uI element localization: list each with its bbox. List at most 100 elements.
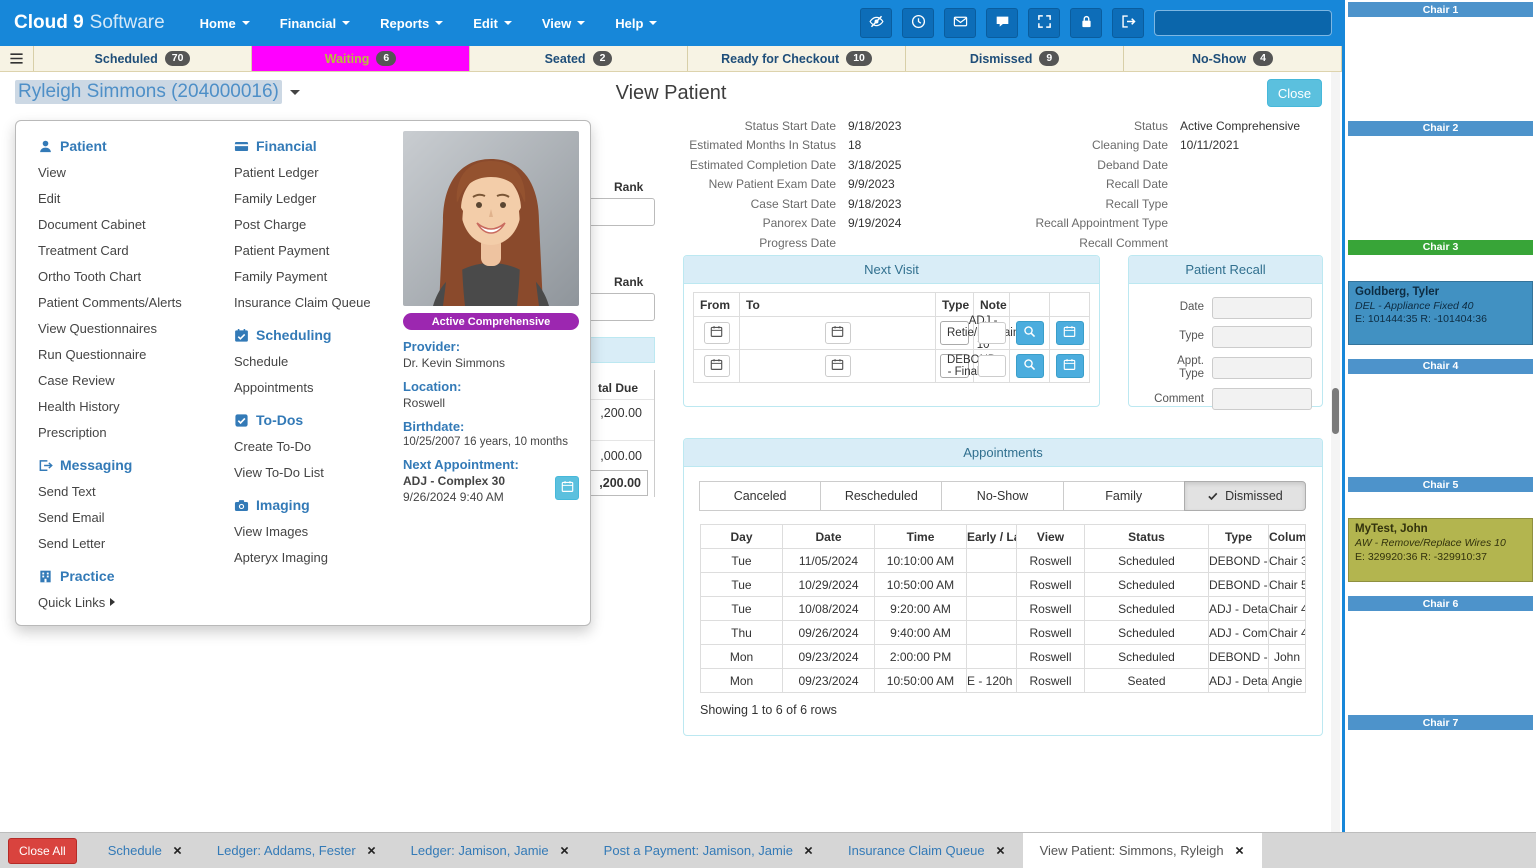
window-tab-label: View Patient: Simmons, Ryleigh: [1040, 843, 1224, 858]
to-date-picker-button[interactable]: [825, 322, 851, 344]
logout-button[interactable]: [1112, 8, 1144, 38]
appointment-row[interactable]: Tue 10/08/2024 9:20:00 AM Roswell Schedu…: [701, 597, 1306, 621]
menu-link[interactable]: Ortho Tooth Chart: [38, 263, 230, 289]
from-date-picker-button[interactable]: [704, 322, 730, 344]
appointment-row[interactable]: Thu 09/26/2024 9:40:00 AM Roswell Schedu…: [701, 621, 1306, 645]
menu-link[interactable]: Create To-Do: [234, 433, 402, 459]
window-tab[interactable]: Ledger: Addams, Fester: [200, 833, 394, 868]
close-icon[interactable]: [1234, 845, 1245, 856]
menu-link[interactable]: Send Letter: [38, 530, 230, 556]
schedule-next-appointment-button[interactable]: [555, 476, 579, 500]
menu-link[interactable]: Treatment Card: [38, 237, 230, 263]
menu-link[interactable]: Apteryx Imaging: [234, 544, 402, 570]
appointment-row[interactable]: Tue 11/05/2024 10:10:00 AM Roswell Sched…: [701, 549, 1306, 573]
from-date-picker-button[interactable]: [704, 355, 730, 377]
close-icon[interactable]: [995, 845, 1006, 856]
find-slot-button[interactable]: [1016, 354, 1044, 378]
note-input[interactable]: [978, 322, 1006, 344]
status-tab[interactable]: Dismissed 9: [906, 46, 1124, 71]
app-logo[interactable]: Cloud 9 Software: [0, 12, 185, 34]
scrollbar-thumb[interactable]: [1332, 388, 1339, 434]
status-tab[interactable]: Scheduled 70: [34, 46, 252, 71]
filter-button[interactable]: No-Show: [941, 481, 1063, 511]
close-icon[interactable]: [172, 845, 183, 856]
menu-item[interactable]: Edit: [458, 0, 527, 46]
status-tab[interactable]: Ready for Checkout 10: [688, 46, 906, 71]
menu-link[interactable]: View To-Do List: [234, 459, 402, 485]
recall-field-input[interactable]: [1212, 326, 1312, 348]
menu-link[interactable]: Quick Links: [38, 589, 230, 615]
window-tab[interactable]: Post a Payment: Jamison, Jamie: [587, 833, 831, 868]
calendar-icon: [831, 325, 844, 341]
menu-link[interactable]: Family Ledger: [234, 185, 402, 211]
menu-link[interactable]: Post Charge: [234, 211, 402, 237]
lock-button[interactable]: [1070, 8, 1102, 38]
appointment-type-select[interactable]: ADJ - Retie/Rechain 10: [940, 321, 969, 345]
menu-link[interactable]: Send Text: [38, 478, 230, 504]
chair-appointment-card[interactable]: Goldberg, Tyler DEL - Appliance Fixed 40…: [1348, 281, 1533, 345]
note-input[interactable]: [978, 355, 1006, 377]
privacy-toggle-button[interactable]: [860, 8, 892, 38]
schedule-appointment-button[interactable]: [1056, 321, 1084, 345]
close-button[interactable]: Close: [1267, 79, 1322, 107]
camera-icon: [234, 498, 249, 513]
menu-item[interactable]: View: [527, 0, 600, 46]
close-icon[interactable]: [803, 845, 814, 856]
window-tab[interactable]: Insurance Claim Queue: [831, 833, 1023, 868]
appointment-row[interactable]: Tue 10/29/2024 10:50:00 AM Roswell Sched…: [701, 573, 1306, 597]
status-tab[interactable]: Seated 2: [470, 46, 688, 71]
window-tab[interactable]: Schedule: [91, 833, 200, 868]
menu-link[interactable]: Edit: [38, 185, 230, 211]
menu-link[interactable]: Prescription: [38, 419, 230, 445]
menu-link[interactable]: Case Review: [38, 367, 230, 393]
menu-link[interactable]: Document Cabinet: [38, 211, 230, 237]
menu-item[interactable]: Financial: [265, 0, 365, 46]
menu-link[interactable]: Schedule: [234, 348, 402, 374]
close-all-button[interactable]: Close All: [8, 838, 77, 864]
status-tab[interactable]: Waiting 6: [252, 46, 470, 71]
appointment-row[interactable]: Mon 09/23/2024 2:00:00 PM Roswell Schedu…: [701, 645, 1306, 669]
menu-link[interactable]: Patient Comments/Alerts: [38, 289, 230, 315]
recall-field-input[interactable]: [1212, 388, 1312, 410]
find-slot-button[interactable]: [1016, 321, 1044, 345]
to-date-picker-button[interactable]: [825, 355, 851, 377]
filter-button[interactable]: Dismissed: [1184, 481, 1306, 511]
window-tab[interactable]: View Patient: Simmons, Ryleigh: [1023, 833, 1262, 868]
appointment-type-select[interactable]: DEBOND - Final 60: [940, 354, 969, 378]
menu-link[interactable]: Insurance Claim Queue: [234, 289, 402, 315]
appointment-row[interactable]: Mon 09/23/2024 10:50:00 AM E - 120h 4min…: [701, 669, 1306, 693]
chair-section: Chair 6: [1345, 594, 1536, 713]
filter-button[interactable]: Family: [1063, 481, 1185, 511]
filter-button[interactable]: Rescheduled: [820, 481, 942, 511]
time-clock-button[interactable]: [902, 8, 934, 38]
chair-appointment-card[interactable]: MyTest, John AW - Remove/Replace Wires 1…: [1348, 518, 1533, 582]
close-icon[interactable]: [559, 845, 570, 856]
recall-field-input[interactable]: [1212, 297, 1312, 319]
menu-link[interactable]: Family Payment: [234, 263, 402, 289]
hamburger-menu-icon[interactable]: [0, 46, 34, 71]
window-tab[interactable]: Ledger: Jamison, Jamie: [394, 833, 587, 868]
global-search-input[interactable]: [1154, 10, 1332, 36]
menu-link[interactable]: View Images: [234, 518, 402, 544]
recall-field-input[interactable]: [1212, 357, 1312, 379]
menu-link[interactable]: Patient Payment: [234, 237, 402, 263]
menu-link[interactable]: View Questionnaires: [38, 315, 230, 341]
messages-button[interactable]: [944, 8, 976, 38]
menu-link[interactable]: Run Questionnaire: [38, 341, 230, 367]
chat-button[interactable]: [986, 8, 1018, 38]
menu-item[interactable]: Reports: [365, 0, 458, 46]
fullscreen-button[interactable]: [1028, 8, 1060, 38]
status-tab[interactable]: No-Show 4: [1124, 46, 1342, 71]
cell-early-late: [967, 597, 1017, 621]
schedule-appointment-button[interactable]: [1056, 354, 1084, 378]
close-icon[interactable]: [366, 845, 377, 856]
menu-item[interactable]: Home: [185, 0, 265, 46]
menu-link[interactable]: Send Email: [38, 504, 230, 530]
menu-link[interactable]: Health History: [38, 393, 230, 419]
menu-link[interactable]: View: [38, 159, 230, 185]
filter-button[interactable]: Canceled: [699, 481, 821, 511]
menu-item[interactable]: Help: [600, 0, 672, 46]
menu-link[interactable]: Appointments: [234, 374, 402, 400]
menu-link[interactable]: Patient Ledger: [234, 159, 402, 185]
patient-name-dropdown[interactable]: Ryleigh Simmons (204000016): [15, 80, 300, 104]
